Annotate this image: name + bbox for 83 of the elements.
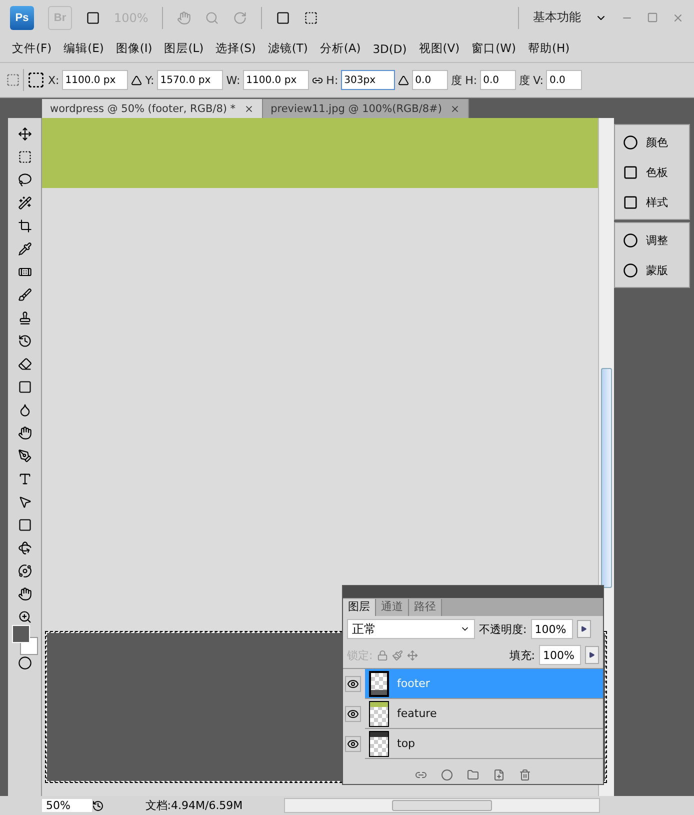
menu-item[interactable]: 分析(A) (314, 41, 367, 56)
photoshop-logo[interactable]: Ps (10, 6, 34, 30)
close-icon[interactable] (244, 104, 254, 114)
number-field[interactable]: 1570.0 px (157, 70, 224, 90)
zoom-icon[interactable] (18, 610, 32, 624)
layer-name: footer (397, 677, 430, 690)
rotate-3d-icon[interactable] (18, 540, 32, 554)
fill-field[interactable]: 100% (539, 645, 581, 665)
zoom-level[interactable]: 50% (42, 799, 92, 812)
panel-button[interactable]: 蒙版 (623, 259, 681, 281)
menu-item[interactable]: 选择(S) (210, 41, 262, 56)
document-tab[interactable]: preview11.jpg @ 100%(RGB/8#) (262, 99, 469, 118)
field-label: X: (48, 74, 60, 86)
panel-button[interactable]: 样式 (623, 191, 681, 213)
fill-label: 填充: (509, 648, 535, 662)
droplet-icon[interactable] (18, 402, 32, 416)
field-label: H: (326, 74, 338, 86)
panel-button[interactable]: 颜色 (623, 131, 681, 153)
menu-item[interactable]: 文件(F) (6, 41, 58, 56)
number-field[interactable]: 1100.0 px (243, 70, 310, 90)
eraser-icon[interactable] (18, 356, 32, 370)
clock-icon[interactable] (92, 800, 104, 812)
new-layer-icon[interactable] (493, 769, 505, 781)
number-field[interactable]: 0.0 (480, 70, 516, 90)
crop-tool-icon[interactable] (18, 218, 32, 232)
type-tool-icon[interactable] (18, 472, 32, 486)
field-label: V: (533, 74, 544, 86)
hand-tool-icon[interactable] (18, 586, 32, 600)
arrow-icon (589, 652, 595, 658)
menu-item[interactable]: 滤镜(T) (262, 41, 314, 56)
folder-icon[interactable] (467, 769, 479, 781)
arrow-icon (580, 626, 587, 632)
color-swatches-icon[interactable] (12, 624, 38, 654)
unit-label: 度 (451, 72, 462, 88)
menu-item[interactable]: 3D(D) (366, 42, 413, 56)
close-icon[interactable] (450, 104, 460, 114)
stepper-button[interactable] (576, 620, 591, 638)
number-field[interactable]: 0.0 (546, 70, 582, 90)
orbit-icon[interactable] (18, 564, 32, 578)
eye-icon[interactable] (345, 676, 361, 692)
menu-item[interactable]: 图层(L) (158, 41, 210, 56)
blend-mode-dropdown[interactable]: 正常 (347, 619, 475, 639)
stamp-icon[interactable] (18, 310, 32, 324)
panel-tab[interactable]: 路径 (409, 599, 442, 616)
panel-tab[interactable]: 通道 (376, 599, 409, 616)
number-field[interactable]: 1100.0 px (62, 70, 128, 90)
document-tab[interactable]: wordpress @ 50% (footer, RGB/8) * (42, 99, 263, 118)
opacity-label: 不透明度: (479, 622, 527, 636)
screen-mode-icon[interactable] (304, 10, 318, 24)
trash-icon[interactable] (519, 769, 531, 781)
menu-item[interactable]: 窗口(W) (466, 41, 522, 56)
field-label: H: (465, 74, 478, 86)
menu-item[interactable]: 图像(I) (110, 41, 158, 56)
field-label: W: (226, 74, 240, 86)
field-label: Y: (145, 74, 154, 86)
lasso-tool-icon[interactable] (18, 172, 32, 186)
panel-button[interactable]: 调整 (623, 229, 681, 251)
pointer-icon[interactable] (18, 494, 32, 508)
brush-icon[interactable] (18, 288, 32, 302)
document-size: 文档:4.94M/6.59M (144, 798, 244, 813)
number-field[interactable]: 0.0 (412, 70, 448, 90)
opacity-field[interactable]: 100% (530, 619, 573, 639)
rectangle-tool-icon[interactable] (18, 518, 32, 532)
panel-tab[interactable]: 图层 (343, 599, 376, 616)
menu-item[interactable]: 视图(V) (412, 41, 466, 56)
menu-item[interactable]: 帮助(H) (522, 41, 576, 56)
unit-label: 度 (519, 72, 530, 88)
stepper-button[interactable] (585, 646, 599, 664)
pen-tool-icon[interactable] (18, 448, 32, 462)
workspace-menu[interactable]: 基本功能 (533, 9, 581, 26)
history-brush-icon[interactable] (18, 334, 32, 348)
magic-wand-icon[interactable] (18, 196, 32, 210)
layer-name: top (397, 737, 416, 750)
horizontal-scrollbar[interactable] (284, 798, 600, 813)
menu-item[interactable]: 编辑(E) (58, 41, 110, 56)
marquee-tool-icon[interactable] (18, 150, 32, 164)
eye-icon[interactable] (345, 736, 361, 752)
move-tool-icon[interactable] (18, 126, 32, 140)
panel-button[interactable]: 色板 (623, 161, 681, 183)
layer-name: feature (397, 707, 437, 720)
number-field[interactable]: 303px (341, 70, 396, 90)
eye-icon[interactable] (345, 706, 361, 722)
eyedropper-icon[interactable] (18, 242, 32, 256)
